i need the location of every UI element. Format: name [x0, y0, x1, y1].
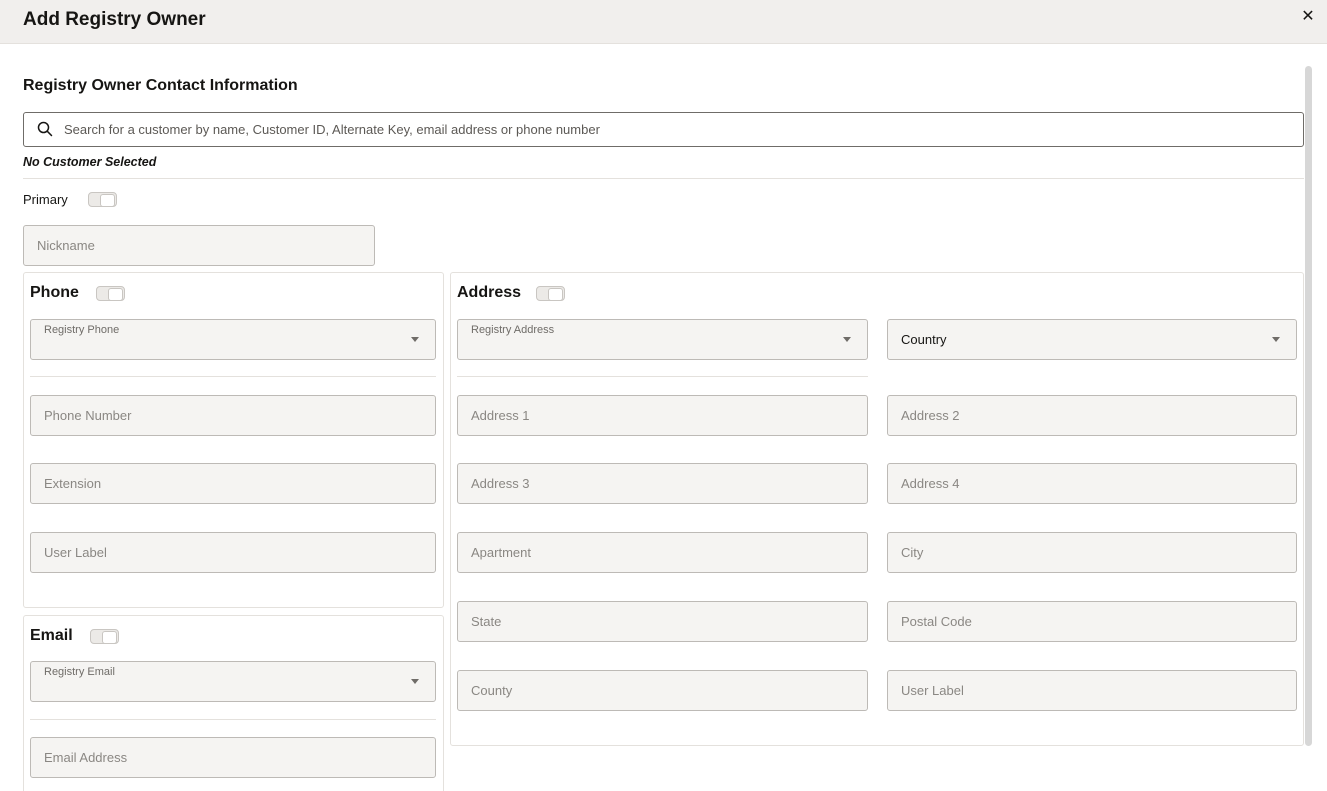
- apartment-field[interactable]: [457, 532, 868, 573]
- apartment-input[interactable]: [458, 533, 867, 572]
- address2-field[interactable]: [887, 395, 1297, 436]
- close-button[interactable]: ✕: [1299, 8, 1317, 26]
- phone-user-label-input[interactable]: [31, 533, 435, 572]
- address4-field[interactable]: [887, 463, 1297, 504]
- dialog-content: Registry Owner Contact Information No Cu…: [0, 44, 1327, 791]
- email-toggle[interactable]: [90, 629, 119, 644]
- registry-email-select[interactable]: Registry Email: [30, 661, 436, 702]
- extension-field[interactable]: [30, 463, 436, 504]
- chevron-down-icon: [843, 337, 851, 342]
- registry-phone-select[interactable]: Registry Phone: [30, 319, 436, 360]
- dialog-title: Add Registry Owner: [23, 9, 206, 30]
- nickname-field[interactable]: [23, 225, 375, 266]
- email-address-input[interactable]: [31, 738, 435, 777]
- chevron-down-icon: [411, 337, 419, 342]
- state-field[interactable]: [457, 601, 868, 642]
- postal-code-field[interactable]: [887, 601, 1297, 642]
- customer-search-input[interactable]: [64, 113, 1284, 146]
- address3-field[interactable]: [457, 463, 868, 504]
- address4-input[interactable]: [888, 464, 1296, 503]
- email-address-field[interactable]: [30, 737, 436, 778]
- phone-number-field[interactable]: [30, 395, 436, 436]
- county-field[interactable]: [457, 670, 868, 711]
- no-customer-selected: No Customer Selected: [23, 155, 157, 169]
- registry-address-select[interactable]: Registry Address: [457, 319, 868, 360]
- address3-input[interactable]: [458, 464, 867, 503]
- nickname-input[interactable]: [24, 226, 374, 265]
- state-input[interactable]: [458, 602, 867, 641]
- extension-input[interactable]: [31, 464, 435, 503]
- chevron-down-icon: [411, 679, 419, 684]
- phone-user-label-field[interactable]: [30, 532, 436, 573]
- address-title: Address: [457, 284, 522, 301]
- scrollbar[interactable]: [1304, 66, 1314, 791]
- section-title: Registry Owner Contact Information: [23, 77, 298, 94]
- phone-separator: [30, 376, 436, 377]
- email-separator: [30, 719, 436, 720]
- address2-input[interactable]: [888, 396, 1296, 435]
- phone-title: Phone: [30, 284, 79, 301]
- phone-number-input[interactable]: [31, 396, 435, 435]
- address-user-label-field[interactable]: [887, 670, 1297, 711]
- address1-field[interactable]: [457, 395, 868, 436]
- search-icon: [37, 121, 53, 137]
- registry-phone-label: Registry Phone: [44, 324, 120, 336]
- primary-label: Primary: [23, 192, 68, 207]
- country-select[interactable]: Country: [887, 319, 1297, 360]
- address-toggle[interactable]: [536, 286, 565, 301]
- address-user-label-input[interactable]: [888, 671, 1296, 710]
- county-input[interactable]: [458, 671, 867, 710]
- chevron-down-icon: [1272, 337, 1280, 342]
- email-title: Email: [30, 627, 73, 644]
- city-input[interactable]: [888, 533, 1296, 572]
- customer-search[interactable]: [23, 112, 1304, 147]
- country-label: Country: [901, 332, 947, 347]
- city-field[interactable]: [887, 532, 1297, 573]
- address-separator: [457, 376, 868, 377]
- registry-address-label: Registry Address: [471, 324, 555, 336]
- divider: [23, 178, 1304, 179]
- phone-toggle[interactable]: [96, 286, 125, 301]
- dialog-header: Add Registry Owner ✕: [0, 0, 1327, 44]
- scrollbar-thumb[interactable]: [1305, 66, 1312, 746]
- postal-code-input[interactable]: [888, 602, 1296, 641]
- primary-toggle[interactable]: [88, 192, 117, 207]
- address1-input[interactable]: [458, 396, 867, 435]
- close-icon: ✕: [1301, 8, 1315, 25]
- registry-email-label: Registry Email: [44, 666, 115, 678]
